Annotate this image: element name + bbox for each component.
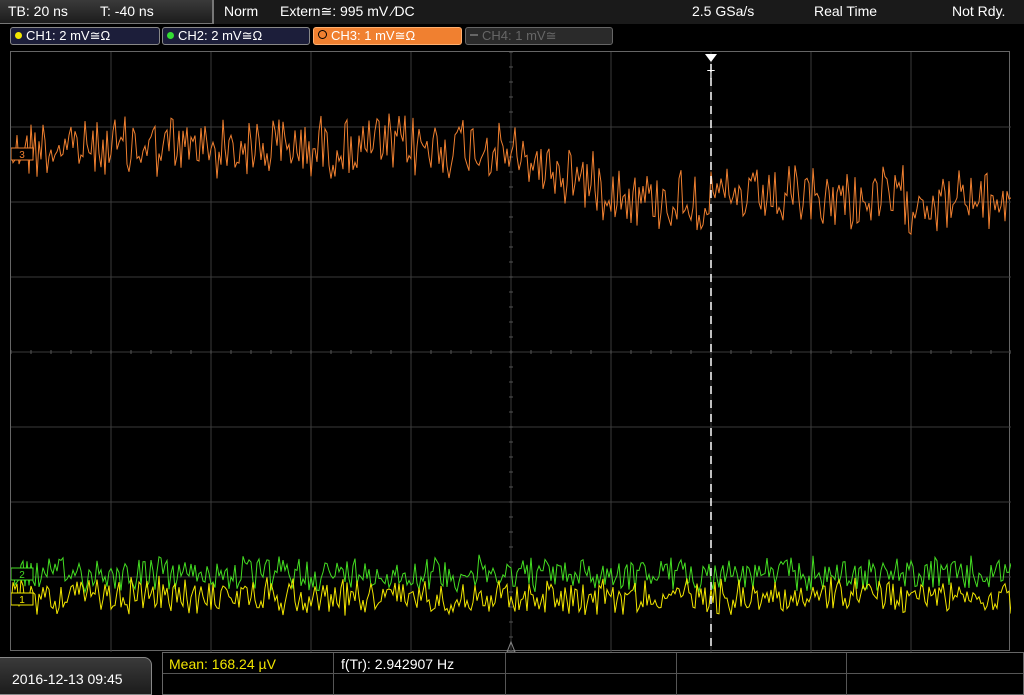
date-time: 2016-12-13 09:45 (12, 671, 123, 687)
channel-1-button[interactable]: CH1: 2 mV≅Ω (10, 27, 160, 45)
measurement-panel[interactable]: Mean: 168.24 µV f(Tr): 2.942907 Hz (162, 652, 1024, 695)
ch1-ground-marker-label: 1 (19, 595, 25, 606)
acquisition-mode[interactable]: Real Time (814, 3, 877, 19)
waveform-display[interactable]: T 3 2 1 (10, 51, 1011, 652)
channel-4-button[interactable]: CH4: 1 mV≅ (465, 27, 613, 45)
date-time-tab[interactable]: 2016-12-13 09:45 (0, 657, 152, 695)
channel-4-off-icon (470, 34, 478, 36)
trigger-marker-label: T (707, 67, 715, 82)
channel-3-label: CH3: 1 mV≅Ω (331, 28, 416, 43)
waveform-canvas: T 3 2 1 (11, 52, 1011, 652)
sample-rate: 2.5 GSa/s (692, 3, 755, 19)
channel-1-label: CH1: 2 mV≅Ω (26, 28, 111, 43)
channel-2-button[interactable]: CH2: 2 mV≅Ω (162, 27, 310, 45)
timebase-value: TB: 20 ns (8, 3, 68, 19)
channel-2-dot-icon (167, 32, 174, 39)
run-status: Not Rdy. (952, 3, 1006, 19)
trigger-mode[interactable]: Norm (224, 3, 258, 19)
channel-4-label: CH4: 1 mV≅ (482, 28, 557, 43)
bottom-bar: 2016-12-13 09:45 Mean: 168.24 µV f(Tr): … (0, 652, 1024, 695)
ch3-ground-marker-label: 3 (19, 150, 25, 161)
trigger-time-value: T: -40 ns (100, 3, 154, 19)
trigger-arrow-icon (705, 54, 717, 62)
channel-3-dot-icon (318, 30, 327, 39)
timebase-box[interactable]: TB: 20 ns T: -40 ns (0, 0, 214, 24)
frequency-measurement: f(Tr): 2.942907 Hz (341, 656, 455, 672)
channel-bar: CH1: 2 mV≅Ω CH2: 2 mV≅Ω CH3: 1 mV≅Ω CH4:… (0, 24, 1024, 50)
channel-3-button[interactable]: CH3: 1 mV≅Ω (313, 27, 462, 45)
trigger-source[interactable]: Extern≅: 995 mV ∕DC (280, 3, 415, 20)
channel-1-dot-icon (15, 32, 22, 39)
channel-2-label: CH2: 2 mV≅Ω (178, 28, 263, 43)
status-bar: TB: 20 ns T: -40 ns Norm Extern≅: 995 mV… (0, 0, 1024, 24)
ch2-ground-marker-label: 2 (19, 570, 25, 581)
mean-measurement: Mean: 168.24 µV (169, 656, 276, 672)
